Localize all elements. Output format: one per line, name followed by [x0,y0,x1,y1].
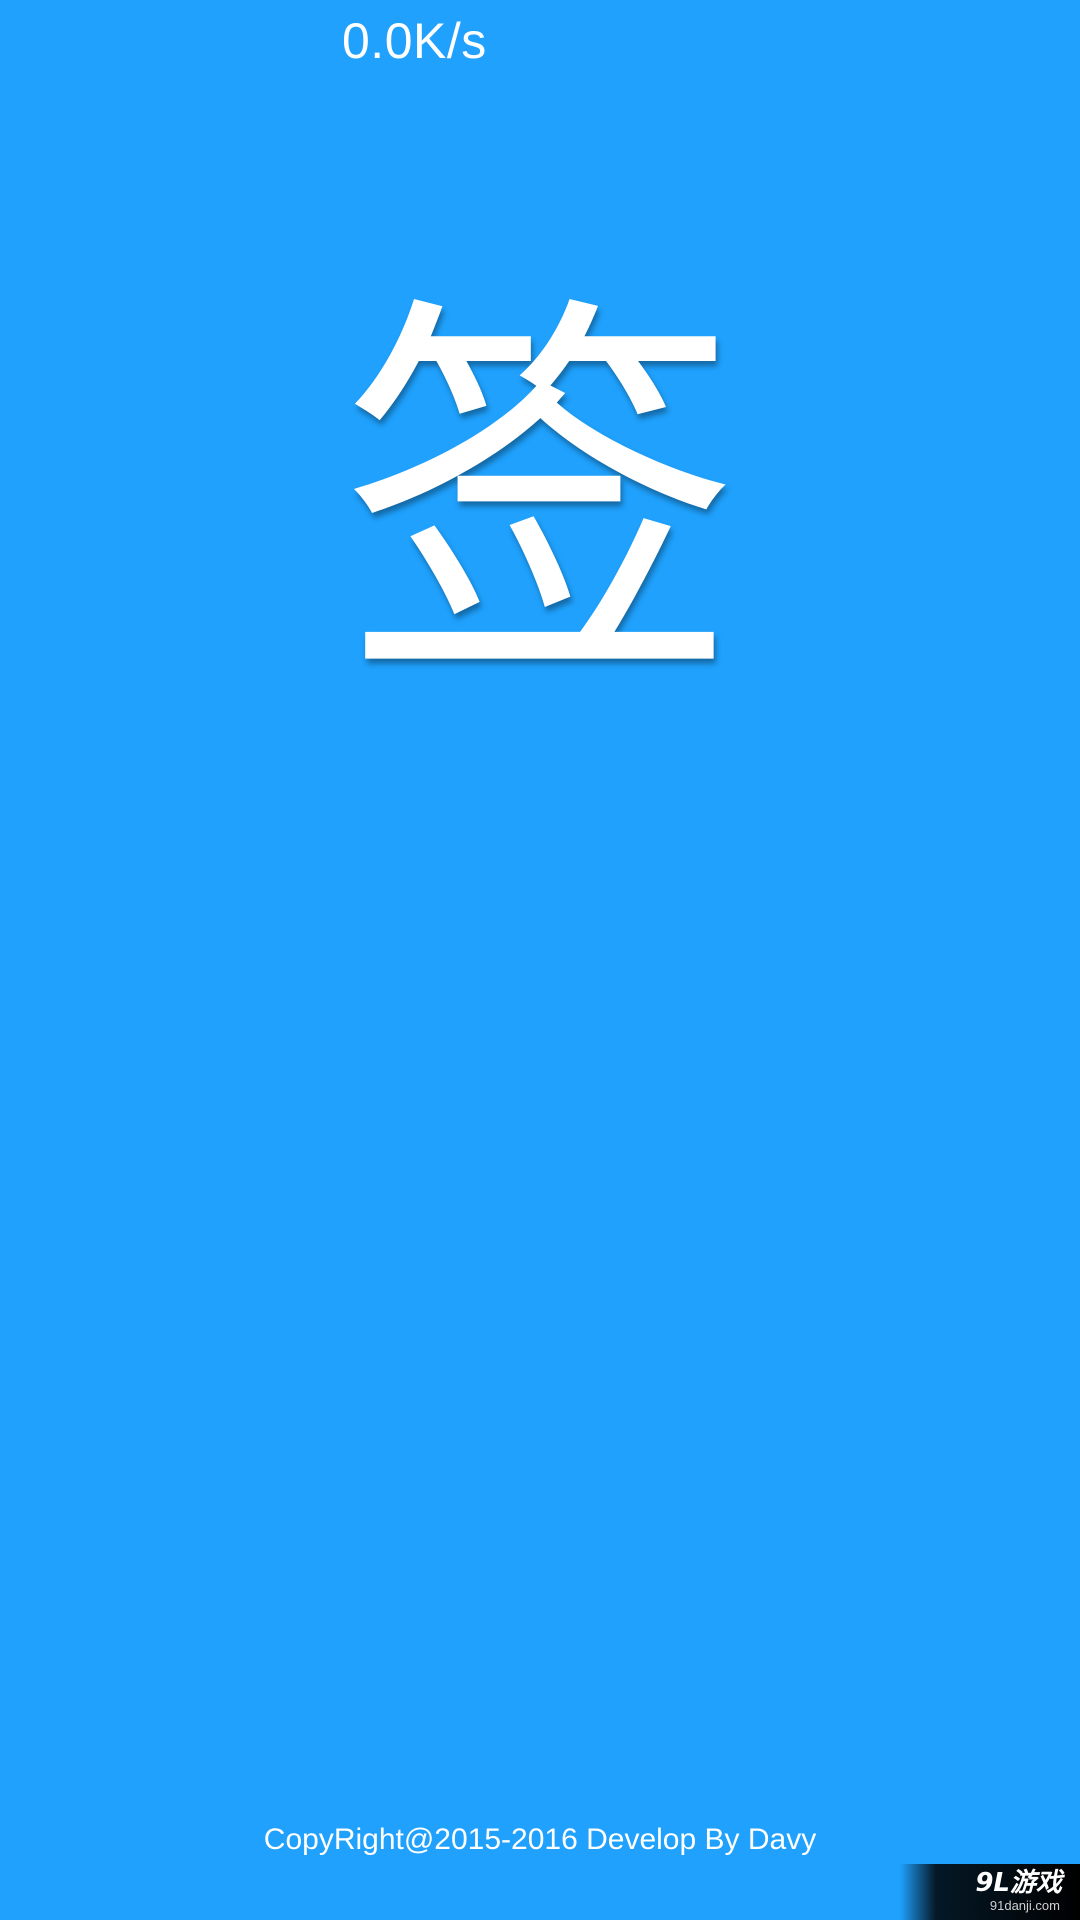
app-logo: 签 [340,267,740,732]
copyright-text: CopyRight@2015-2016 Develop By Davy [263,1823,817,1856]
watermark-url: 91danji.com [989,1898,1060,1913]
network-speed-indicator: 0.0K/s [342,13,487,69]
watermark-logo: 9L游戏 [975,1868,1062,1898]
status-bar: 0.0K/s [0,0,1080,80]
watermark: 9L游戏 91danji.com [900,1864,1080,1920]
